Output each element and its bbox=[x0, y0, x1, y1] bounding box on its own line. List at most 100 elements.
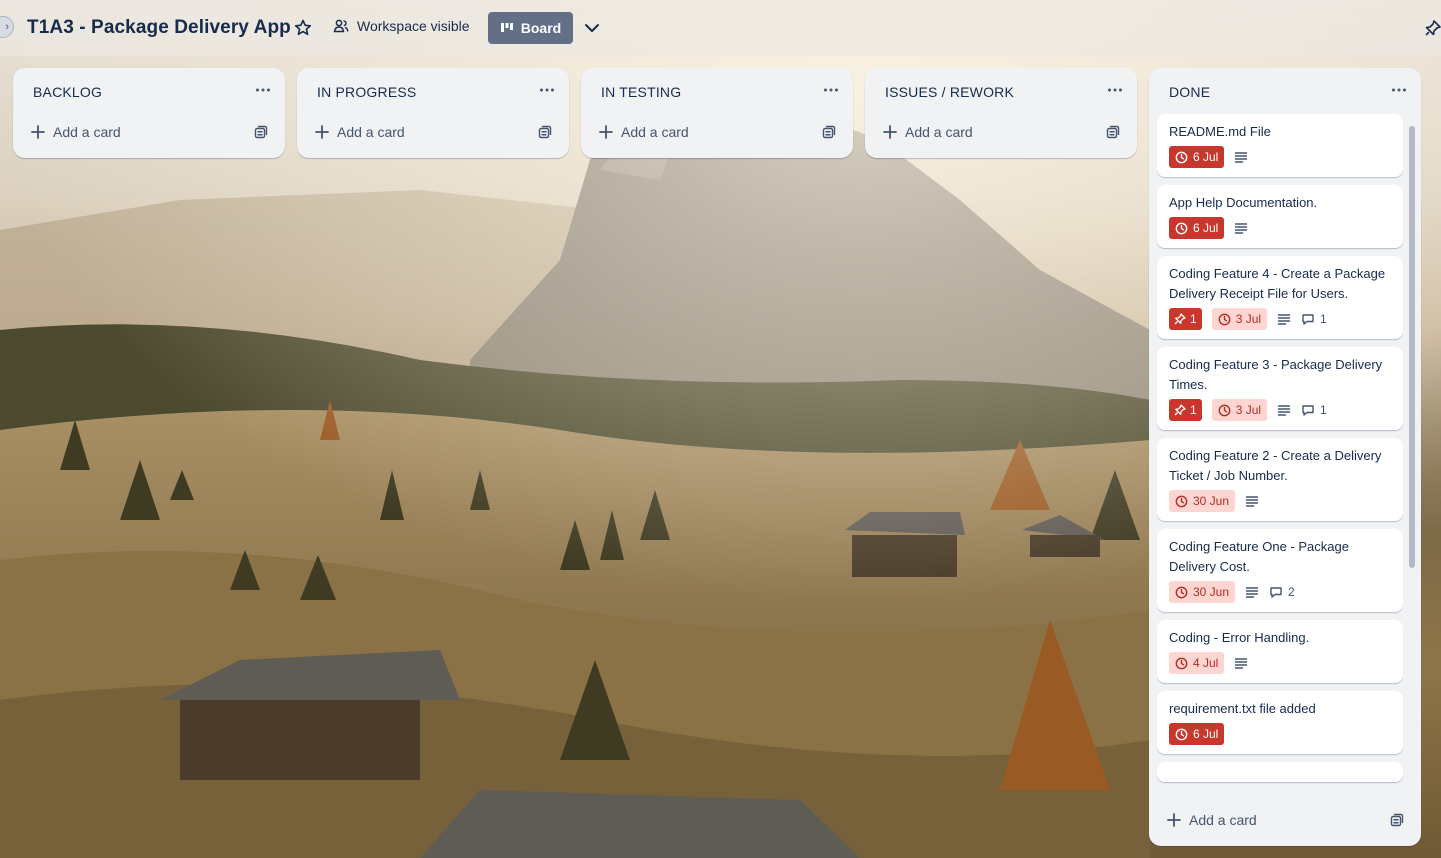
add-card-label: Add a card bbox=[53, 124, 121, 140]
board-view-label: Board bbox=[520, 20, 562, 36]
card[interactable]: Coding Feature One - Package Delivery Co… bbox=[1157, 529, 1403, 612]
pin-vote-icon bbox=[1174, 313, 1186, 325]
due-date-badge[interactable]: 30 Jun bbox=[1169, 581, 1236, 603]
template-icon[interactable] bbox=[1390, 813, 1404, 827]
clock-icon bbox=[1175, 657, 1188, 669]
sidebar-toggle-button[interactable]: › bbox=[0, 16, 14, 38]
template-icon[interactable] bbox=[538, 125, 552, 139]
list-title[interactable]: IN PROGRESS bbox=[317, 84, 416, 100]
board-title[interactable]: T1A3 - Package Delivery App bbox=[27, 17, 291, 39]
card[interactable]: App Help Documentation. 6 Jul bbox=[1157, 185, 1403, 248]
more-icon[interactable] bbox=[1105, 80, 1125, 100]
description-icon bbox=[1235, 223, 1248, 234]
due-date-label: 6 Jul bbox=[1193, 150, 1219, 164]
add-card-button[interactable]: Add a card bbox=[581, 114, 853, 158]
due-date-label: 3 Jul bbox=[1235, 403, 1262, 417]
list-scrollbar[interactable] bbox=[1407, 118, 1415, 794]
clock-icon bbox=[1175, 222, 1188, 234]
list-issues-rework: ISSUES / REWORK Add a card bbox=[865, 68, 1137, 158]
more-icon[interactable] bbox=[821, 80, 841, 100]
board-view-button[interactable]: Board bbox=[488, 12, 573, 44]
list-title[interactable]: BACKLOG bbox=[33, 84, 102, 100]
card[interactable]: Coding - Error Handling. 4 Jul bbox=[1157, 620, 1403, 683]
template-icon[interactable] bbox=[822, 125, 836, 139]
card-title: Coding Feature One - Package Delivery Co… bbox=[1169, 539, 1349, 574]
chevron-down-icon[interactable] bbox=[582, 18, 602, 38]
due-date-label: 4 Jul bbox=[1193, 656, 1219, 670]
comment-icon bbox=[1302, 314, 1314, 325]
plus-icon bbox=[1167, 813, 1181, 827]
comment-count: 1 bbox=[1320, 312, 1327, 326]
description-icon bbox=[1245, 496, 1259, 507]
more-icon[interactable] bbox=[1389, 80, 1409, 100]
card-badges: 6 Jul bbox=[1169, 216, 1391, 240]
more-icon[interactable] bbox=[537, 80, 557, 100]
description-icon bbox=[1235, 658, 1248, 669]
card[interactable]: Coding Feature 2 - Create a Delivery Tic… bbox=[1157, 438, 1403, 521]
card-title: Coding Feature 4 - Create a Package Deli… bbox=[1169, 266, 1386, 301]
list-title[interactable]: IN TESTING bbox=[601, 84, 681, 100]
clock-icon bbox=[1218, 313, 1231, 325]
add-card-button[interactable]: Add a card bbox=[865, 114, 1137, 158]
board-header: › T1A3 - Package Delivery App Workspace … bbox=[0, 0, 1441, 56]
card-badges: 30 Jun bbox=[1169, 489, 1391, 513]
card-title: README.md File bbox=[1169, 124, 1271, 139]
card[interactable]: requirement.txt file added 6 Jul bbox=[1157, 691, 1403, 754]
due-date-badge[interactable]: 6 Jul bbox=[1169, 146, 1225, 168]
list-header: IN TESTING bbox=[581, 68, 853, 114]
card-badges: 1 3 Jul 1 bbox=[1169, 307, 1391, 331]
list-header: IN PROGRESS bbox=[297, 68, 569, 114]
vote-badge: 1 bbox=[1169, 399, 1202, 421]
due-date-badge[interactable]: 6 Jul bbox=[1169, 723, 1225, 745]
list-header: DONE bbox=[1149, 68, 1421, 114]
add-card-label: Add a card bbox=[905, 124, 973, 140]
vote-count: 1 bbox=[1190, 403, 1197, 417]
due-date-badge[interactable]: 6 Jul bbox=[1169, 217, 1225, 239]
list-in-progress: IN PROGRESS Add a card bbox=[297, 68, 569, 158]
add-card-button[interactable]: Add a card bbox=[13, 114, 285, 158]
template-icon[interactable] bbox=[1106, 125, 1120, 139]
due-date-badge[interactable]: 30 Jun bbox=[1169, 490, 1236, 512]
chevron-right-icon: › bbox=[5, 21, 9, 33]
list-in-testing: IN TESTING Add a card bbox=[581, 68, 853, 158]
board-icon bbox=[500, 23, 513, 32]
star-icon[interactable] bbox=[293, 18, 313, 38]
due-date-badge[interactable]: 3 Jul bbox=[1211, 399, 1268, 421]
due-date-label: 6 Jul bbox=[1193, 727, 1219, 741]
due-date-badge[interactable]: 4 Jul bbox=[1169, 652, 1225, 674]
card[interactable]: README.md File 6 Jul bbox=[1157, 114, 1403, 177]
list-backlog: BACKLOG Add a card bbox=[13, 68, 285, 158]
clock-icon bbox=[1175, 586, 1188, 598]
list-title[interactable]: DONE bbox=[1169, 84, 1210, 100]
list-header: ISSUES / REWORK bbox=[865, 68, 1137, 114]
clock-icon bbox=[1175, 728, 1188, 740]
card-title: App Help Documentation. bbox=[1169, 195, 1318, 210]
card-badges: 6 Jul bbox=[1169, 722, 1391, 746]
done-card-list: README.md File 6 Jul App Help Documentatio… bbox=[1157, 114, 1403, 800]
vote-badge: 1 bbox=[1169, 308, 1202, 330]
add-card-button[interactable]: Add a card bbox=[1149, 802, 1421, 846]
description-icon bbox=[1245, 587, 1259, 598]
add-card-label: Add a card bbox=[621, 124, 689, 140]
card-title: Coding Feature 3 - Package Delivery Time… bbox=[1169, 357, 1383, 392]
people-icon bbox=[333, 19, 349, 33]
pin-icon[interactable] bbox=[1424, 19, 1441, 37]
comment-count: 2 bbox=[1288, 585, 1295, 599]
plus-icon bbox=[31, 125, 45, 139]
card-badges: 30 Jun 2 bbox=[1169, 580, 1391, 604]
card-badges: 1 3 Jul 1 bbox=[1169, 398, 1391, 422]
card[interactable]: Coding Feature 4 - Create a Package Deli… bbox=[1157, 256, 1403, 339]
comments-badge: 2 bbox=[1269, 585, 1295, 599]
more-icon[interactable] bbox=[253, 80, 273, 100]
card[interactable] bbox=[1157, 762, 1403, 782]
card[interactable]: Coding Feature 3 - Package Delivery Time… bbox=[1157, 347, 1403, 430]
template-icon[interactable] bbox=[254, 125, 268, 139]
pin-vote-icon bbox=[1174, 404, 1186, 416]
workspace-visibility-button[interactable]: Workspace visible bbox=[333, 18, 470, 34]
add-card-button[interactable]: Add a card bbox=[297, 114, 569, 158]
list-title[interactable]: ISSUES / REWORK bbox=[885, 84, 1014, 100]
scrollbar-thumb[interactable] bbox=[1409, 126, 1415, 568]
due-date-badge[interactable]: 3 Jul bbox=[1211, 308, 1268, 330]
clock-icon bbox=[1175, 495, 1188, 507]
add-card-label: Add a card bbox=[1189, 812, 1257, 828]
